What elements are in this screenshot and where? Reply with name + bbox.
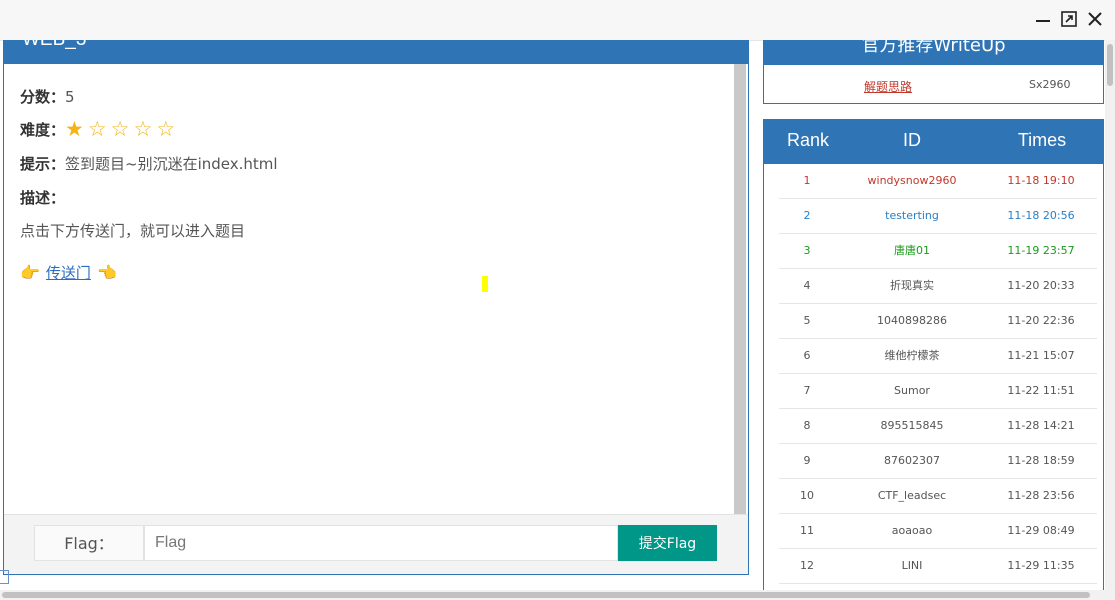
star-empty-icon: ☆	[87, 117, 107, 141]
challenge-panel: WEB_3 分数：5 难度： ★☆☆☆☆ 提示：签到题目~别沉迷在index.h…	[3, 40, 749, 575]
submit-flag-button[interactable]: 提交Flag	[618, 525, 717, 561]
maximize-icon[interactable]	[1060, 10, 1078, 28]
id-cell: windysnow2960	[867, 174, 957, 187]
ranking-row: 9 87602307 11-28 18:59	[779, 444, 1097, 479]
ranking-row: 7 Sumor 11-22 11:51	[779, 374, 1097, 409]
minimize-icon[interactable]	[1034, 10, 1052, 28]
ranking-row: 11 aoaoao 11-29 08:49	[779, 514, 1097, 549]
description-label-row: 描述：	[20, 187, 65, 208]
times-column-header: Times	[1017, 130, 1067, 150]
id-cell: CTF_leadsec	[877, 489, 947, 502]
id-cell: 895515845	[880, 419, 944, 432]
flag-input[interactable]	[144, 525, 618, 561]
rank-cell: 3	[803, 244, 811, 257]
portal-link[interactable]: 传送门	[46, 262, 91, 283]
writeup-header: 官方推荐WriteUp	[764, 40, 1103, 65]
close-icon[interactable]	[1086, 10, 1104, 28]
score-value: 5	[65, 88, 75, 106]
pointing-left-icon: 👈	[96, 263, 117, 282]
portal-link-row: 👉 传送门 👈	[20, 262, 117, 283]
time-cell: 11-28 14:21	[1007, 419, 1075, 432]
hint-row: 提示：签到题目~别沉迷在index.html	[20, 153, 278, 174]
id-cell: testerting	[885, 209, 939, 222]
description-label: 描述：	[20, 189, 66, 207]
id-cell: 折现真实	[890, 279, 934, 292]
description-text: 点击下方传送门，就可以进入题目	[20, 222, 246, 240]
ranking-list: 1 windysnow2960 11-18 19:10 2 testerting 11-1…	[779, 164, 1097, 584]
ranking-row: 12 LINI 11-29 11:35	[779, 549, 1097, 584]
star-filled-icon: ★	[65, 117, 84, 141]
pointing-right-icon: 👉	[20, 263, 40, 282]
ranking-row: 5 1040898286 11-20 22:36	[779, 304, 1097, 339]
id-cell: Sumor	[894, 384, 930, 397]
id-cell: 1040898286	[877, 314, 947, 327]
time-cell: 11-29 11:35	[1007, 559, 1075, 572]
time-cell: 11-18 20:56	[1007, 209, 1075, 222]
time-cell: 11-21 15:07	[1007, 349, 1075, 362]
flag-form: Flag： 提交Flag	[4, 514, 748, 574]
star-empty-icon: ☆	[156, 117, 176, 141]
writeup-title: 官方推荐WriteUp	[861, 40, 1006, 56]
rank-cell: 11	[800, 524, 814, 537]
star-empty-icon: ☆	[133, 117, 153, 141]
difficulty-row: 难度： ★ ☆ ☆ ☆ ☆	[20, 119, 179, 140]
rank-column-header: Rank	[786, 130, 830, 150]
ranking-row: 4 折现真实 11-20 20:33	[779, 269, 1097, 304]
id-cell: LINI	[901, 559, 923, 572]
ranking-panel: Rank ID Times 1 windysnow2960 11-18 19:10 2…	[763, 119, 1104, 600]
window-titlebar	[0, 0, 1115, 41]
star-empty-icon: ☆	[110, 117, 130, 141]
rank-cell: 2	[803, 209, 811, 222]
ranking-header: Rank ID Times	[764, 119, 1103, 164]
corner-marker	[0, 570, 9, 584]
challenge-header: WEB_3	[4, 40, 748, 64]
hint-value: 签到题目~别沉迷在index.html	[65, 155, 278, 173]
rank-cell: 6	[803, 349, 811, 362]
id-cell: 87602307	[884, 454, 940, 467]
text-cursor-marker	[482, 276, 488, 292]
time-cell: 11-28 18:59	[1007, 454, 1075, 467]
rank-cell: 7	[803, 384, 811, 397]
score-row: 分数：5	[20, 86, 75, 107]
id-cell: aoaoao	[891, 524, 933, 537]
ranking-row: 1 windysnow2960 11-18 19:10	[779, 164, 1097, 199]
page-vertical-scroll-thumb[interactable]	[1107, 44, 1113, 86]
id-column-header: ID	[903, 130, 921, 150]
time-cell: 11-18 19:10	[1007, 174, 1075, 187]
page-horizontal-scroll-thumb[interactable]	[2, 592, 1090, 598]
challenge-title: WEB_3	[22, 40, 86, 52]
time-cell: 11-22 11:51	[1007, 384, 1075, 397]
ranking-row: 10 CTF_leadsec 11-28 23:56	[779, 479, 1097, 514]
time-cell: 11-20 20:33	[1007, 279, 1075, 292]
rank-cell: 10	[800, 489, 814, 502]
time-cell: 11-20 22:36	[1007, 314, 1075, 327]
time-cell: 11-29 08:49	[1007, 524, 1075, 537]
rank-cell: 5	[803, 314, 811, 327]
ranking-row: 2 testerting 11-18 20:56	[779, 199, 1097, 234]
time-cell: 11-19 23:57	[1007, 244, 1075, 257]
time-cell: 11-28 23:56	[1007, 489, 1075, 502]
rank-cell: 8	[803, 419, 811, 432]
rank-cell: 1	[803, 174, 811, 187]
hint-label: 提示：	[20, 155, 66, 173]
ranking-row: 6 维他柠檬茶 11-21 15:07	[779, 339, 1097, 374]
ranking-row: 3 唐唐01 11-19 23:57	[779, 234, 1097, 269]
page-vertical-scrollbar[interactable]	[1105, 40, 1115, 600]
rank-cell: 4	[803, 279, 811, 292]
difficulty-label: 难度：	[20, 121, 66, 139]
difficulty-stars: ★ ☆ ☆ ☆ ☆	[65, 119, 179, 140]
writeup-item-author: Sx2960	[1029, 78, 1071, 91]
rank-cell: 12	[800, 559, 814, 572]
writeup-item-link[interactable]: 解题思路	[864, 78, 912, 95]
challenge-body: 分数：5 难度： ★ ☆ ☆ ☆ ☆ 提示：签到题目~别沉迷在index.html 描述…	[4, 64, 734, 514]
id-cell: 维他柠檬茶	[884, 349, 940, 362]
id-cell: 唐唐01	[894, 244, 930, 257]
rank-cell: 9	[803, 454, 811, 467]
ranking-row: 8 895515845 11-28 14:21	[779, 409, 1097, 444]
challenge-scrollbar[interactable]	[734, 64, 746, 516]
writeup-panel: 官方推荐WriteUp 解题思路 Sx2960	[763, 40, 1104, 104]
score-label: 分数：	[20, 88, 66, 106]
flag-label: Flag：	[34, 525, 144, 561]
